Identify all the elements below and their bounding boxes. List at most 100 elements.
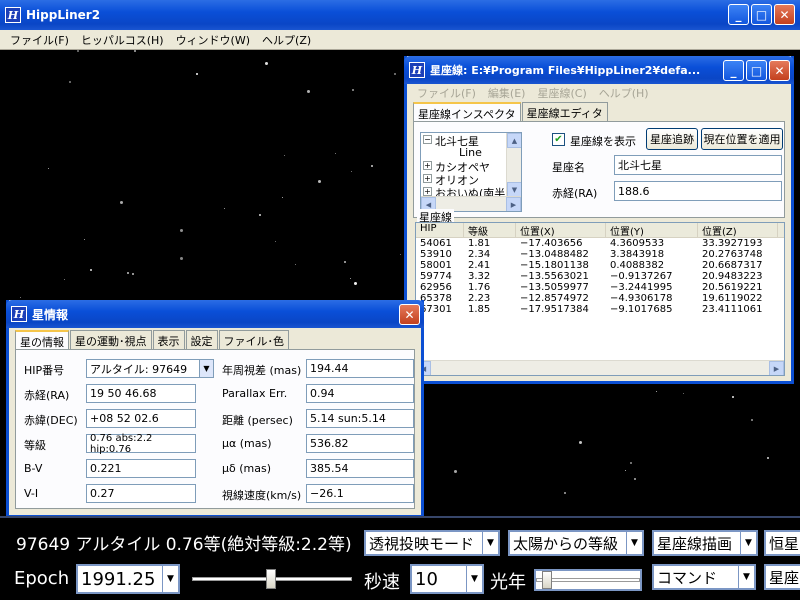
star-dot xyxy=(767,457,769,459)
command-dropdown[interactable]: コマンド ▼ xyxy=(652,564,756,590)
chevron-down-icon[interactable]: ▼ xyxy=(738,566,754,588)
magnitude-field[interactable]: 0.76 abs:2.2 hip:0.76 xyxy=(86,433,196,455)
close-button[interactable]: ✕ xyxy=(774,4,795,25)
menu-file[interactable]: ファイル(F) xyxy=(10,32,69,48)
magnitude-label: 等級 xyxy=(24,439,46,452)
ra-field[interactable]: 188.6 xyxy=(614,181,782,201)
epoch-slider-thumb[interactable] xyxy=(266,569,276,589)
star-select-dropdown[interactable]: アルタイル: 97649 ▼ xyxy=(86,359,214,378)
close-button[interactable]: ✕ xyxy=(769,60,790,81)
vi-field[interactable]: 0.27 xyxy=(86,484,196,503)
table-cell: 33.3927193 xyxy=(702,238,763,249)
constellation-name-field[interactable]: 北斗七星 xyxy=(614,155,782,175)
star-dot xyxy=(307,90,310,93)
column-header-x[interactable]: 位置(X) xyxy=(516,223,606,237)
table-row[interactable]: 53910 2.34 −13.0488482 3.3843918 20.2763748 xyxy=(416,249,784,260)
dec-field[interactable]: +08 52 02.6 xyxy=(86,409,196,428)
constellation-title-bar[interactable]: H 星座線: E:¥Program Files¥HippLiner2¥defa.… xyxy=(404,56,794,84)
table-cell: 20.6687317 xyxy=(702,260,763,271)
epoch-slider[interactable] xyxy=(192,569,352,589)
scroll-right-icon[interactable]: ▶ xyxy=(769,361,784,375)
ra-field[interactable]: 19 50 46.68 xyxy=(86,384,196,403)
speed-slider-thumb[interactable] xyxy=(542,571,552,589)
table-row[interactable]: 67301 1.85 −17.9517384 −9.1017685 23.4111061 xyxy=(416,304,784,315)
chevron-down-icon[interactable]: ▼ xyxy=(740,532,756,554)
table-row[interactable]: 54061 1.81 −17.403656 4.3609533 33.3927193 xyxy=(416,238,784,249)
speed-slider[interactable] xyxy=(534,569,642,591)
bv-label: B-V xyxy=(24,462,43,475)
menu-edit[interactable]: 編集(E) xyxy=(488,85,526,101)
chevron-down-icon[interactable]: ▼ xyxy=(199,360,213,377)
tree-vertical-scrollbar[interactable]: ▲ ▼ xyxy=(506,133,521,197)
scroll-right-icon[interactable]: ▶ xyxy=(506,197,521,211)
table-horizontal-scrollbar[interactable]: ◀ ▶ xyxy=(416,360,784,375)
column-header-y[interactable]: 位置(Y) xyxy=(606,223,698,237)
magnitude-mode-dropdown[interactable]: 太陽からの等級 ▼ xyxy=(508,530,644,556)
star-dot xyxy=(127,272,129,274)
show-lines-checkbox[interactable]: ✔ xyxy=(552,133,565,146)
star-dot xyxy=(344,261,346,263)
chevron-down-icon[interactable]: ▼ xyxy=(466,566,482,592)
table-cell: −17.403656 xyxy=(520,238,583,249)
table-row[interactable]: 58001 2.41 −15.1801138 0.4088382 20.6687317 xyxy=(416,260,784,271)
table-row[interactable]: 59774 3.32 −13.5563021 −0.9137267 20.9483223 xyxy=(416,271,784,282)
chevron-down-icon[interactable]: ▼ xyxy=(162,566,178,592)
maximize-button[interactable]: □ xyxy=(751,4,772,25)
star-dot xyxy=(64,279,65,280)
scroll-down-icon[interactable]: ▼ xyxy=(507,182,521,197)
constellation-button[interactable]: 星座 xyxy=(764,564,800,590)
scroll-up-icon[interactable]: ▲ xyxy=(507,133,521,148)
lightyear-label: 光年 xyxy=(490,572,526,593)
proper-motion-dec-field[interactable]: 385.54 xyxy=(306,459,414,478)
collapse-icon[interactable]: − xyxy=(423,135,432,144)
table-cell: 19.6119022 xyxy=(702,293,763,304)
menu-constellation[interactable]: 星座線(C) xyxy=(537,85,586,101)
table-row[interactable]: 65378 2.23 −12.8574972 −4.9306178 19.6119022 xyxy=(416,293,784,304)
bv-field[interactable]: 0.221 xyxy=(86,459,196,478)
menu-help[interactable]: ヘルプ(Z) xyxy=(262,32,311,48)
star-dot xyxy=(634,478,636,480)
chevron-down-icon[interactable]: ▼ xyxy=(626,532,642,554)
window-icon: H xyxy=(11,306,27,322)
star-info-title-bar[interactable]: H 星情報 ✕ xyxy=(6,300,424,328)
menu-file[interactable]: ファイル(F) xyxy=(417,85,476,101)
radial-velocity-field[interactable]: −26.1 xyxy=(306,484,414,503)
star-dot xyxy=(224,208,225,209)
constellation-line-table[interactable]: HIP 等級 位置(X) 位置(Y) 位置(Z) 54061 1.81 −17.40… xyxy=(415,222,785,376)
expand-icon[interactable]: + xyxy=(423,187,432,196)
proper-motion-ra-field[interactable]: 536.82 xyxy=(306,434,414,453)
draw-lines-dropdown[interactable]: 星座線描画 ▼ xyxy=(652,530,758,556)
star-dot xyxy=(351,171,352,172)
epoch-dropdown[interactable]: 1991.25 ▼ xyxy=(76,564,180,594)
column-header-magnitude[interactable]: 等級 xyxy=(464,223,516,237)
expand-icon[interactable]: + xyxy=(423,161,432,170)
apply-position-button[interactable]: 現在位置を適用 xyxy=(701,128,783,150)
speed-dropdown[interactable]: 10 ▼ xyxy=(410,564,484,594)
table-row[interactable]: 62956 1.76 −13.5059977 −3.2441995 20.5619221 xyxy=(416,282,784,293)
minimize-button[interactable]: _ xyxy=(728,4,749,25)
table-cell: −12.8574972 xyxy=(520,293,589,304)
close-button[interactable]: ✕ xyxy=(399,304,420,325)
table-body: 54061 1.81 −17.403656 4.3609533 33.3927193 53… xyxy=(416,238,784,315)
table-cell: −4.9306178 xyxy=(610,293,673,304)
minimize-button[interactable]: _ xyxy=(723,60,744,81)
menu-help[interactable]: ヘルプ(H) xyxy=(599,85,649,101)
table-cell: −0.9137267 xyxy=(610,271,673,282)
constellation-tree[interactable]: − 北斗七星 Line + カシオペヤ + オリオン + おおいぬ(南半) ▲ ▼ ◀ … xyxy=(420,132,522,212)
star-dot xyxy=(48,168,49,169)
chevron-down-icon[interactable]: ▼ xyxy=(482,532,498,554)
maximize-button[interactable]: □ xyxy=(746,60,767,81)
track-constellation-button[interactable]: 星座追跡 xyxy=(646,128,698,150)
expand-icon[interactable]: + xyxy=(423,174,432,183)
parallax-field[interactable]: 194.44 xyxy=(306,359,414,378)
star-dot xyxy=(180,229,183,232)
star-display-dropdown[interactable]: 恒星 xyxy=(764,530,800,556)
projection-mode-dropdown[interactable]: 透視投映モード ▼ xyxy=(364,530,500,556)
main-title-bar[interactable]: H HippLiner2 _ □ ✕ xyxy=(0,0,800,30)
column-header-z[interactable]: 位置(Z) xyxy=(698,223,778,237)
parallax-error-field[interactable]: 0.94 xyxy=(306,384,414,403)
distance-field[interactable]: 5.14 sun:5.14 xyxy=(306,409,414,428)
column-header-hip[interactable]: HIP xyxy=(416,223,464,237)
menu-window[interactable]: ウィンドウ(W) xyxy=(176,32,250,48)
menu-hipparcos[interactable]: ヒッパルコス(H) xyxy=(81,32,164,48)
